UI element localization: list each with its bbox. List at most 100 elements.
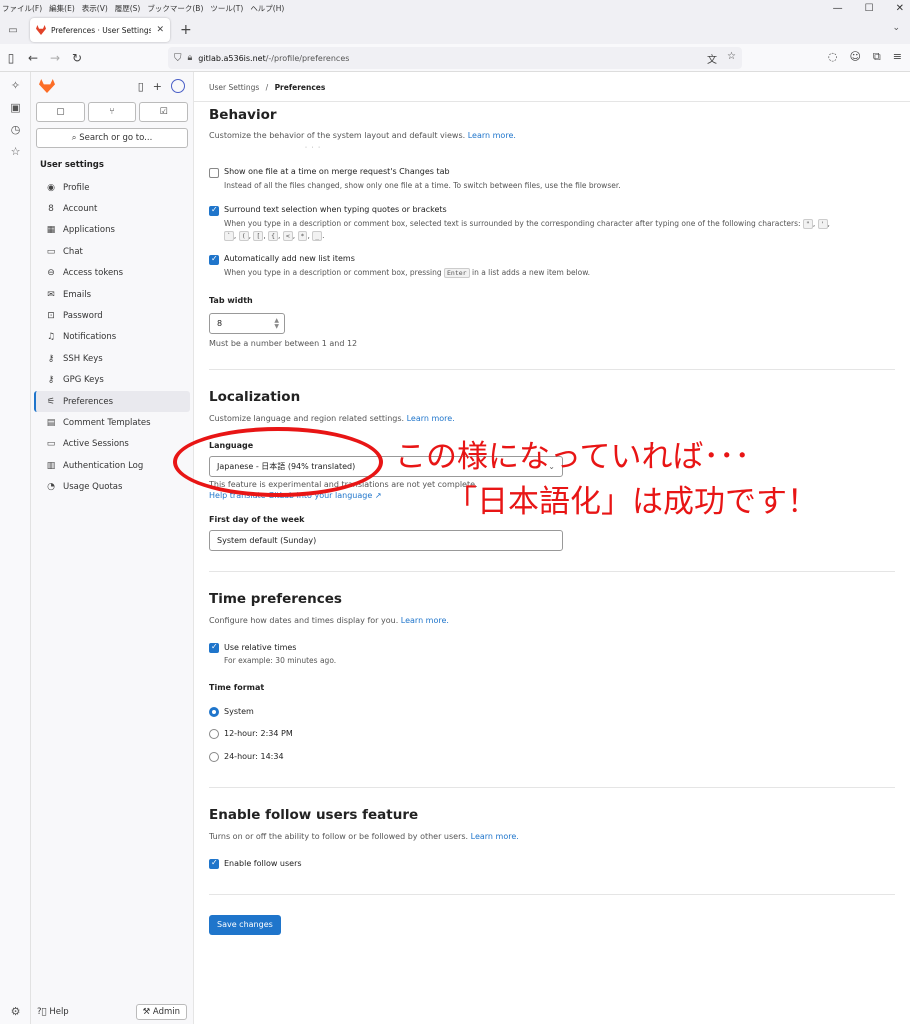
browser-tab[interactable]: Preferences · User Settings · GitL ✕ — [30, 18, 170, 42]
sidebar-item-gpg-keys[interactable]: ⚷ GPG Keys — [34, 370, 190, 391]
auto-list-help: When you type in a description or commen… — [224, 268, 591, 278]
auto-list-label: Automatically add new list items — [224, 254, 355, 263]
follow-users-checkbox[interactable] — [209, 858, 219, 869]
behavior-learn-more-link[interactable]: Learn more. — [468, 131, 516, 140]
tab-close-icon[interactable]: ✕ — [156, 25, 164, 35]
menu-edit[interactable]: 編集(E) — [49, 3, 75, 14]
sidebar-item-emails[interactable]: ✉ Emails — [34, 284, 190, 305]
help-button[interactable]: ?⃝ Help — [37, 1007, 69, 1017]
avatar[interactable] — [171, 79, 185, 93]
tab-title: Preferences · User Settings · GitL — [51, 25, 152, 35]
save-changes-button[interactable]: Save changes — [209, 915, 281, 935]
plus-icon[interactable]: + — [153, 80, 162, 93]
issues-button[interactable]: ▢ — [36, 102, 85, 122]
menu-icon[interactable]: ≡ — [893, 50, 902, 64]
extensions-icon[interactable]: ⧉ — [873, 50, 881, 64]
minimize-icon[interactable]: — — [833, 3, 843, 14]
localization-desc-text: Customize language and region related se… — [209, 414, 405, 423]
tab-width-input[interactable]: 8 ▲ ▼ — [209, 313, 285, 334]
follow-title: Enable follow users feature — [209, 807, 419, 823]
sidebar-item-label: GPG Keys — [63, 375, 104, 386]
bookmark-star-icon[interactable]: ☆ — [727, 51, 736, 66]
merge-requests-button[interactable]: ⑂ — [87, 102, 137, 122]
behavior-title: Behavior — [209, 107, 277, 123]
sidebar-item-authentication-log[interactable]: ▥ Authentication Log — [34, 455, 190, 476]
todo-button[interactable]: ☑ — [139, 102, 189, 122]
single-file-help: Instead of all the files changed, show o… — [224, 181, 621, 190]
menu-file[interactable]: ファイル(F) — [2, 3, 42, 14]
forward-icon[interactable]: → — [44, 51, 66, 65]
first-day-value: System default (Sunday) — [217, 536, 317, 545]
back-icon[interactable]: ← — [22, 51, 44, 65]
sidebar-item-password[interactable]: ⊡ Password — [34, 305, 190, 326]
tab-bar: ▭ Preferences · User Settings · GitL ✕ +… — [0, 16, 910, 44]
relative-times-checkbox[interactable] — [209, 642, 219, 653]
chevron-down-icon[interactable]: ⌄ — [892, 23, 900, 33]
bookmarks-icon[interactable]: ☆ — [0, 141, 31, 163]
single-file-checkbox[interactable] — [209, 168, 219, 178]
maximize-icon[interactable]: ☐ — [865, 3, 874, 14]
time-learn-more-link[interactable]: Learn more. — [401, 616, 449, 625]
surround-text-checkbox[interactable] — [209, 205, 219, 216]
menu-help[interactable]: ヘルプ(H) — [250, 3, 284, 14]
shield-icon[interactable]: ⛉ — [174, 53, 182, 64]
gitlab-favicon-icon — [36, 25, 46, 35]
tab-width-label: Tab width — [209, 296, 253, 305]
gitlab-logo-icon[interactable] — [39, 79, 55, 93]
sidebar-item-notifications[interactable]: ♫ Notifications — [34, 327, 190, 348]
char-key: [ — [253, 231, 264, 241]
sidebar-item-label: Chat — [63, 246, 83, 257]
sidebar-item-access-tokens[interactable]: ⊖ Access tokens — [34, 263, 190, 284]
reload-icon[interactable]: ↻ — [66, 51, 88, 65]
menu-view[interactable]: 表示(V) — [82, 3, 108, 14]
close-window-icon[interactable]: ✕ — [896, 3, 904, 14]
sidebar-item-ssh-keys[interactable]: ⚷ SSH Keys — [34, 348, 190, 369]
auto-list-checkbox[interactable] — [209, 254, 219, 265]
char-key: " — [802, 219, 813, 229]
localization-learn-more-link[interactable]: Learn more. — [407, 414, 455, 423]
customize-gear-icon[interactable]: ⚙ — [0, 1005, 31, 1018]
time-format-12h-radio[interactable] — [209, 729, 219, 739]
pocket-icon[interactable]: ◌ — [828, 50, 838, 64]
auto-list-help-b: in a list adds a new item below. — [471, 268, 591, 277]
admin-label: Admin — [152, 1007, 180, 1017]
todo-icon: ☑ — [159, 107, 168, 117]
tab-list-icon[interactable]: ▭ — [0, 25, 26, 36]
sidebar-item-chat[interactable]: ▭ Chat — [34, 241, 190, 262]
url-bar[interactable]: ⛉ 🔒︎ gitlab.a536is.net/-/profile/prefere… — [168, 47, 742, 69]
sidebar-item-profile[interactable]: ◉ Profile — [34, 177, 190, 198]
new-tab-icon[interactable]: + — [180, 22, 192, 38]
account-icon: 8 — [48, 204, 54, 215]
synced-tabs-icon[interactable]: ▣ — [0, 97, 31, 119]
search-button[interactable]: ⌕ Search or go to... — [36, 128, 188, 148]
sidebar-toggle-icon[interactable]: ▯ — [0, 51, 22, 65]
first-day-select[interactable]: System default (Sunday) — [209, 530, 563, 551]
admin-button[interactable]: ⚒ Admin — [135, 1004, 187, 1020]
issues-icon: ▢ — [56, 107, 65, 117]
account-icon[interactable]: ☺ — [849, 50, 860, 64]
sidebar-item-account[interactable]: 8 Account — [34, 198, 190, 219]
lock-icon[interactable]: 🔒︎ — [188, 53, 193, 63]
sidebar-item-comment-templates[interactable]: ▤ Comment Templates — [34, 412, 190, 433]
sidebar-item-preferences[interactable]: ⚟ Preferences — [34, 390, 190, 413]
sidebar-item-label: Password — [63, 311, 103, 322]
translate-icon[interactable]: 文 — [707, 51, 717, 66]
surround-text-help-chars: `, (, [, {, <, *, _. — [224, 231, 325, 241]
breadcrumb-parent[interactable]: User Settings — [209, 83, 259, 92]
menu-bookmarks[interactable]: ブックマーク(B) — [147, 3, 203, 14]
stepper-icon[interactable]: ▲ ▼ — [274, 318, 279, 330]
time-format-system-radio[interactable] — [209, 707, 219, 717]
history-icon[interactable]: ◷ — [0, 119, 31, 141]
sidebar-item-usage-quotas[interactable]: ◔ Usage Quotas — [34, 476, 190, 497]
menu-tools[interactable]: ツール(T) — [210, 3, 243, 14]
sidebar-item-active-sessions[interactable]: ▭ Active Sessions — [34, 434, 190, 455]
follow-learn-more-link[interactable]: Learn more. — [471, 832, 519, 841]
ai-icon[interactable]: ✧ — [0, 75, 31, 97]
surround-text-help: When you type in a description or commen… — [224, 219, 830, 229]
time-format-24h-radio[interactable] — [209, 752, 219, 762]
section-divider — [209, 571, 895, 572]
sidebar-item-applications[interactable]: ▦ Applications — [34, 220, 190, 241]
collapse-sidebar-icon[interactable]: ▯ — [138, 80, 144, 93]
menu-history[interactable]: 履歴(S) — [115, 3, 141, 14]
browser-navbar: ▯ ← → ↻ ⛉ 🔒︎ gitlab.a536is.net/-/profile… — [0, 44, 910, 72]
